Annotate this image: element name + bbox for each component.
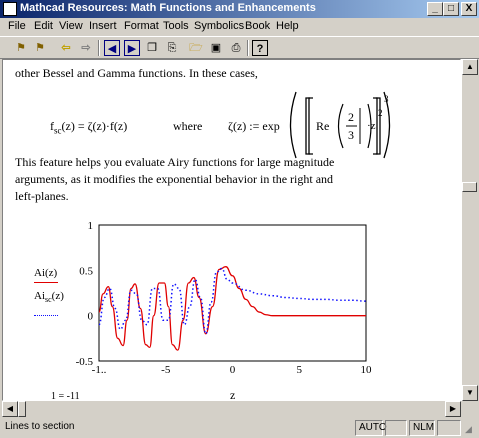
horizontal-scrollbar[interactable]: ◀ ▶ bbox=[2, 401, 461, 417]
menu-help[interactable]: Help bbox=[276, 20, 299, 32]
y-tick-label: 0 bbox=[88, 311, 94, 323]
menu-book[interactable]: Book bbox=[245, 20, 270, 32]
x-tick-label: 0 bbox=[230, 364, 236, 376]
legend-ai-sc-rest: (z) bbox=[51, 290, 64, 302]
legend-ai-line bbox=[34, 282, 58, 283]
horizontal-scroll-thumb[interactable] bbox=[18, 401, 26, 417]
legend-ai-sc-main: Ai bbox=[34, 290, 45, 302]
title-bar: Mathcad Resources: Math Functions and En… bbox=[0, 0, 479, 18]
forward-icon[interactable]: ⇨ bbox=[78, 40, 94, 56]
bottom-text: 1 = -11 bbox=[51, 391, 80, 401]
minimize-button[interactable]: _ bbox=[427, 2, 443, 16]
next-section-icon[interactable]: ▶ bbox=[124, 40, 140, 56]
status-text: Lines to section bbox=[5, 421, 75, 432]
back-icon[interactable]: ⇦ bbox=[58, 40, 74, 56]
menu-symbolics[interactable]: Symbolics bbox=[194, 20, 244, 32]
status-empty-2 bbox=[437, 420, 461, 436]
airy-plot[interactable]: 10.50-0.5-1.. -5 0 5 10 bbox=[3, 60, 461, 401]
legend-ai-sc-sub: sc bbox=[45, 295, 52, 305]
legend-ai: Ai(z) bbox=[34, 267, 58, 279]
scroll-down-arrow[interactable]: ▼ bbox=[462, 385, 478, 401]
maximize-button[interactable]: □ bbox=[443, 2, 459, 16]
vertical-scroll-thumb[interactable] bbox=[462, 182, 477, 192]
toolbar: ⚑ ⚑ ⇦ ⇨ ◀ ▶ ❐ ⎘ 🗁 ▣ ⎙ ? bbox=[0, 36, 479, 59]
close-button[interactable]: X bbox=[461, 2, 477, 16]
bookmark-icon[interactable]: ⚑ bbox=[13, 40, 29, 56]
toolbar-separator bbox=[98, 40, 100, 56]
menu-bar: File Edit View Insert Format Tools Symbo… bbox=[0, 18, 479, 36]
bookmark-manage-icon[interactable]: ⚑ bbox=[32, 40, 48, 56]
save-icon[interactable]: ▣ bbox=[208, 40, 224, 56]
y-tick-label: 1 bbox=[88, 220, 94, 232]
mathcad-app-icon[interactable] bbox=[3, 2, 17, 16]
open-icon[interactable]: 🗁 bbox=[188, 40, 204, 56]
toolbar-separator bbox=[247, 40, 249, 56]
x-tick-label: -1.. bbox=[92, 364, 107, 376]
menu-view[interactable]: View bbox=[59, 20, 83, 32]
menu-tools[interactable]: Tools bbox=[163, 20, 189, 32]
copy-icon[interactable]: ❐ bbox=[144, 40, 160, 56]
menu-edit[interactable]: Edit bbox=[34, 20, 53, 32]
legend-ai-sc: Aisc(z) bbox=[34, 290, 64, 304]
x-tick-label: 5 bbox=[297, 364, 303, 376]
status-nlm: NLM bbox=[409, 420, 435, 436]
status-empty-1 bbox=[385, 420, 407, 436]
menu-file[interactable]: File bbox=[8, 20, 26, 32]
prev-section-icon[interactable]: ◀ bbox=[104, 40, 120, 56]
plot-frame bbox=[98, 224, 367, 362]
help-icon[interactable]: ? bbox=[252, 40, 268, 56]
vertical-scrollbar[interactable]: ▲ ▼ bbox=[461, 59, 478, 401]
x-tick-label: 10 bbox=[361, 364, 373, 376]
status-auto: AUTO bbox=[355, 420, 387, 436]
scroll-left-arrow[interactable]: ◀ bbox=[2, 401, 18, 417]
window-title: Mathcad Resources: Math Functions and En… bbox=[20, 2, 316, 14]
x-axis-label: z bbox=[230, 388, 236, 401]
scroll-right-arrow[interactable]: ▶ bbox=[445, 401, 461, 417]
y-tick-label: 0.5 bbox=[79, 265, 93, 277]
x-tick-label: -5 bbox=[161, 364, 171, 376]
scroll-up-arrow[interactable]: ▲ bbox=[462, 59, 478, 75]
legend-ai-sc-line bbox=[34, 315, 58, 316]
menu-insert[interactable]: Insert bbox=[89, 20, 117, 32]
print-icon[interactable]: ⎙ bbox=[228, 40, 244, 56]
paste-icon[interactable]: ⎘ bbox=[164, 40, 180, 56]
worksheet-area[interactable]: other Bessel and Gamma functions. In the… bbox=[2, 59, 461, 401]
resize-grip-icon[interactable]: ◢ bbox=[465, 424, 477, 436]
series-ai-sc-line bbox=[98, 267, 367, 335]
status-bar: Lines to section AUTO NLM ◢ bbox=[0, 418, 479, 438]
menu-format[interactable]: Format bbox=[124, 20, 159, 32]
